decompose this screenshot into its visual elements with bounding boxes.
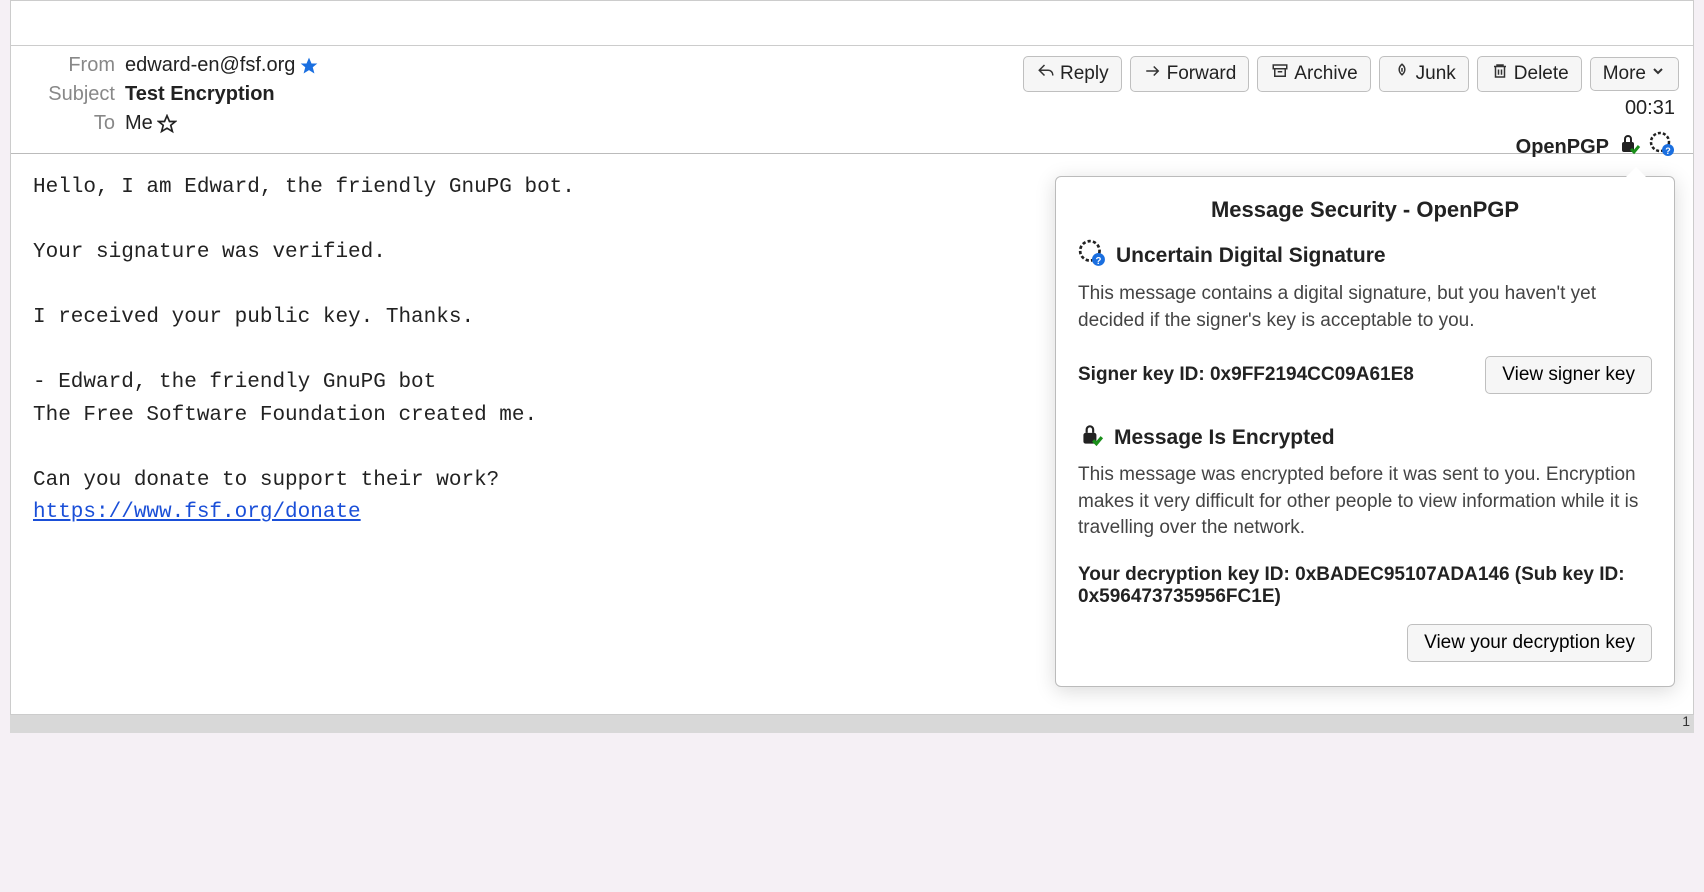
reply-button[interactable]: Reply	[1023, 56, 1122, 92]
signer-key-row: Signer key ID: 0x9FF2194CC09A61E8 View s…	[1078, 356, 1652, 394]
subject-value: Test Encryption	[125, 83, 275, 106]
forward-button[interactable]: Forward	[1130, 56, 1250, 92]
body-line5: The Free Software Foundation created me.	[33, 404, 537, 427]
body-line4: - Edward, the friendly GnuPG bot	[33, 371, 436, 394]
action-toolbar: Reply Forward Archive Junk	[1023, 56, 1679, 92]
body-line3: I received your public key. Thanks.	[33, 306, 474, 329]
svg-text:?: ?	[1665, 146, 1671, 156]
reply-label: Reply	[1060, 63, 1109, 85]
body-line6: Can you donate to support their work?	[33, 469, 499, 492]
openpgp-indicator[interactable]: OpenPGP ?	[1516, 131, 1675, 163]
star-outline-icon[interactable]	[157, 114, 177, 134]
body-line1: Hello, I am Edward, the friendly GnuPG b…	[33, 176, 575, 199]
forward-label: Forward	[1167, 63, 1237, 85]
header-spacer	[11, 1, 1693, 46]
signature-description: This message contains a digital signatur…	[1078, 281, 1652, 334]
security-popup: Message Security - OpenPGP ? Uncertain D…	[1055, 176, 1675, 687]
delete-label: Delete	[1514, 63, 1569, 85]
archive-button[interactable]: Archive	[1257, 56, 1370, 92]
encryption-heading: Message Is Encrypted	[1078, 422, 1652, 454]
more-button[interactable]: More	[1590, 57, 1679, 91]
more-label: More	[1603, 63, 1646, 85]
status-bar	[10, 715, 1694, 733]
lock-verified-icon	[1078, 422, 1104, 454]
message-header: Reply Forward Archive Junk	[11, 1, 1693, 154]
svg-text:?: ?	[1096, 256, 1102, 267]
donate-link[interactable]: https://www.fsf.org/donate	[33, 501, 361, 524]
signature-uncertain-icon: ?	[1078, 239, 1106, 273]
reply-icon	[1036, 62, 1056, 86]
delete-button[interactable]: Delete	[1477, 56, 1582, 92]
junk-label: Junk	[1416, 63, 1456, 85]
signer-key-id: Signer key ID: 0x9FF2194CC09A61E8	[1078, 364, 1414, 386]
lock-verified-icon	[1617, 132, 1641, 162]
to-value[interactable]: Me	[125, 112, 153, 135]
signature-uncertain-icon: ?	[1649, 131, 1675, 163]
signature-heading: ? Uncertain Digital Signature	[1078, 239, 1652, 273]
forward-icon	[1143, 62, 1163, 86]
decryption-key-id: Your decryption key ID: 0xBADEC95107ADA1…	[1078, 564, 1652, 608]
view-signer-key-button[interactable]: View signer key	[1485, 356, 1652, 394]
openpgp-label: OpenPGP	[1516, 136, 1609, 159]
archive-icon	[1270, 62, 1290, 86]
message-window: Reply Forward Archive Junk	[10, 0, 1694, 715]
from-label: From	[25, 54, 115, 77]
chevron-down-icon	[1650, 63, 1666, 85]
subject-label: Subject	[25, 83, 115, 106]
junk-icon	[1392, 62, 1412, 86]
from-value[interactable]: edward-en@fsf.org	[125, 54, 295, 77]
junk-button[interactable]: Junk	[1379, 56, 1469, 92]
signature-heading-text: Uncertain Digital Signature	[1116, 244, 1386, 268]
popup-title: Message Security - OpenPGP	[1078, 197, 1652, 223]
view-decryption-key-button[interactable]: View your decryption key	[1407, 624, 1652, 662]
to-row: To Me	[25, 112, 1679, 135]
star-filled-icon[interactable]	[299, 56, 319, 76]
archive-label: Archive	[1294, 63, 1357, 85]
trash-icon	[1490, 62, 1510, 86]
body-line2: Your signature was verified.	[33, 241, 386, 264]
to-label: To	[25, 112, 115, 135]
message-time: 00:31	[1625, 97, 1675, 120]
encryption-description: This message was encrypted before it was…	[1078, 462, 1652, 542]
encryption-heading-text: Message Is Encrypted	[1114, 426, 1335, 450]
